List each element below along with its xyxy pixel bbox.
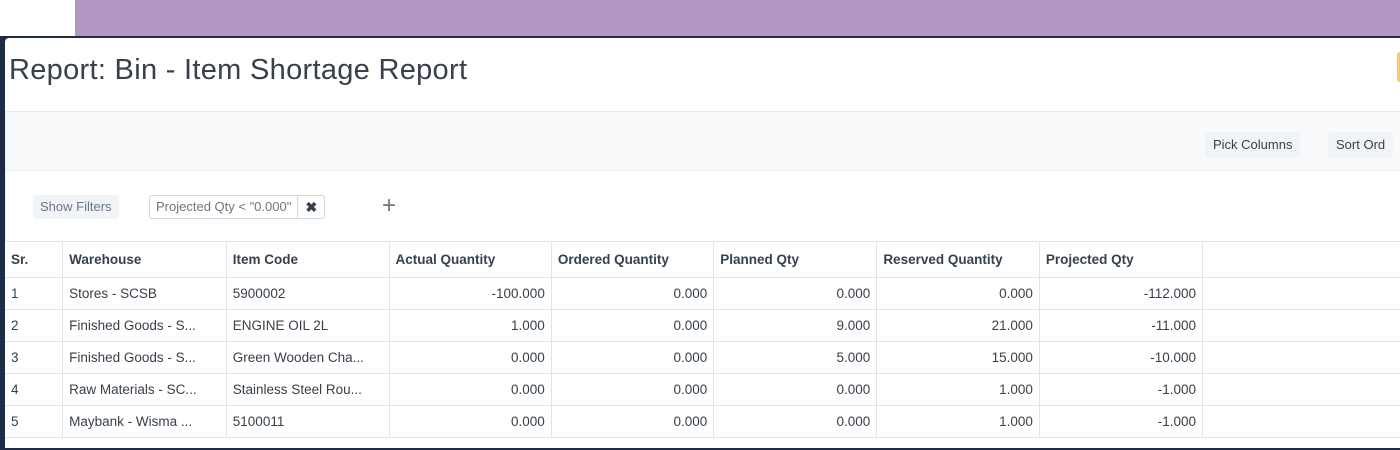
filter-chip[interactable]: Projected Qty < "0.000" ✖ xyxy=(149,195,326,219)
column-header[interactable]: Reserved Quantity xyxy=(876,241,1040,278)
cell-warehouse[interactable]: Stores - SCSB xyxy=(62,277,227,310)
cell-planned-qty[interactable]: 5.000 xyxy=(713,341,878,374)
empty-cell xyxy=(1202,341,1400,374)
cell-warehouse[interactable]: Finished Goods - S... xyxy=(62,341,227,374)
report-panel: Report: Bin - Item Shortage Report Pick … xyxy=(5,38,1400,448)
table-row[interactable]: 3 Finished Goods - S... Green Wooden Cha… xyxy=(5,341,1400,374)
column-header[interactable]: Projected Qty xyxy=(1038,241,1204,278)
cell-ordered-qty[interactable]: 0.000 xyxy=(550,341,715,374)
cell-warehouse[interactable]: Finished Goods - S... xyxy=(62,309,227,342)
cell-ordered-qty[interactable]: 0.000 xyxy=(550,405,715,438)
cell-reserved-qty[interactable]: 1.000 xyxy=(876,373,1040,406)
table-row[interactable]: 5 Maybank - Wisma ... 5100011 0.000 0.00… xyxy=(5,405,1400,438)
filter-chip-label[interactable]: Projected Qty < "0.000" xyxy=(150,196,297,218)
cell-item-code[interactable]: 5900002 xyxy=(225,277,390,310)
title-bar: Report: Bin - Item Shortage Report xyxy=(5,38,1400,112)
plus-icon[interactable]: + xyxy=(377,191,401,221)
empty-cell xyxy=(1202,309,1400,342)
cell-projected-qty[interactable]: -10.000 xyxy=(1038,341,1204,374)
report-table: Sr. Warehouse Item Code Actual Quantity … xyxy=(5,241,1400,438)
cell-actual-qty[interactable]: 0.000 xyxy=(388,405,552,438)
cell-actual-qty[interactable]: -100.000 xyxy=(388,277,552,310)
cell-warehouse[interactable]: Raw Materials - SC... xyxy=(62,373,227,406)
cell-reserved-qty[interactable]: 1.000 xyxy=(876,405,1040,438)
column-header[interactable]: Ordered Quantity xyxy=(550,241,715,278)
cell-sr[interactable]: 3 xyxy=(5,341,64,374)
cell-planned-qty[interactable]: 0.000 xyxy=(713,405,878,438)
cell-warehouse[interactable]: Maybank - Wisma ... xyxy=(62,405,227,438)
empty-cell xyxy=(1202,373,1400,406)
top-band-left xyxy=(0,0,75,36)
table-row[interactable]: 1 Stores - SCSB 5900002 -100.000 0.000 0… xyxy=(5,277,1400,310)
column-header[interactable]: Planned Qty xyxy=(713,241,878,278)
cell-ordered-qty[interactable]: 0.000 xyxy=(550,309,715,342)
filter-area: Show Filters Projected Qty < "0.000" ✖ + xyxy=(5,171,1400,241)
cell-reserved-qty[interactable]: 15.000 xyxy=(876,341,1040,374)
table-row[interactable]: 4 Raw Materials - SC... Stainless Steel … xyxy=(5,373,1400,406)
cell-ordered-qty[interactable]: 0.000 xyxy=(550,373,715,406)
close-icon[interactable]: ✖ xyxy=(297,196,324,218)
cell-projected-qty[interactable]: -112.000 xyxy=(1038,277,1204,310)
sort-order-button[interactable]: Sort Ord xyxy=(1328,132,1394,158)
table-row[interactable]: 2 Finished Goods - S... ENGINE OIL 2L 1.… xyxy=(5,309,1400,342)
cell-projected-qty[interactable]: -11.000 xyxy=(1038,309,1204,342)
cell-item-code[interactable]: Stainless Steel Rou... xyxy=(225,373,390,406)
report-toolbar: Pick Columns Sort Ord xyxy=(5,112,1400,171)
top-navbar-band xyxy=(75,0,1400,36)
cell-item-code[interactable]: ENGINE OIL 2L xyxy=(225,309,390,342)
pick-columns-button[interactable]: Pick Columns xyxy=(1205,132,1301,158)
cell-item-code[interactable]: 5100011 xyxy=(225,405,390,438)
empty-header-cell xyxy=(1202,241,1400,278)
column-header[interactable]: Sr. xyxy=(5,241,64,278)
cell-sr[interactable]: 5 xyxy=(5,405,64,438)
column-header[interactable]: Actual Quantity xyxy=(388,241,552,278)
cell-planned-qty[interactable]: 9.000 xyxy=(713,309,878,342)
page-title: Report: Bin - Item Shortage Report xyxy=(9,54,468,86)
cell-actual-qty[interactable]: 0.000 xyxy=(388,373,552,406)
empty-cell xyxy=(1202,405,1400,438)
column-header[interactable]: Item Code xyxy=(225,241,390,278)
cell-actual-qty[interactable]: 0.000 xyxy=(388,341,552,374)
cell-ordered-qty[interactable]: 0.000 xyxy=(550,277,715,310)
table-header-row: Sr. Warehouse Item Code Actual Quantity … xyxy=(5,241,1400,278)
cell-sr[interactable]: 2 xyxy=(5,309,64,342)
show-filters-button[interactable]: Show Filters xyxy=(33,195,119,219)
cell-reserved-qty[interactable]: 21.000 xyxy=(876,309,1040,342)
cell-item-code[interactable]: Green Wooden Cha... xyxy=(225,341,390,374)
cell-actual-qty[interactable]: 1.000 xyxy=(388,309,552,342)
cell-projected-qty[interactable]: -1.000 xyxy=(1038,405,1204,438)
empty-cell xyxy=(1202,277,1400,310)
column-header[interactable]: Warehouse xyxy=(62,241,227,278)
cell-planned-qty[interactable]: 0.000 xyxy=(713,373,878,406)
cell-planned-qty[interactable]: 0.000 xyxy=(713,277,878,310)
cell-sr[interactable]: 1 xyxy=(5,277,64,310)
cell-reserved-qty[interactable]: 0.000 xyxy=(876,277,1040,310)
cell-projected-qty[interactable]: -1.000 xyxy=(1038,373,1204,406)
cell-sr[interactable]: 4 xyxy=(5,373,64,406)
